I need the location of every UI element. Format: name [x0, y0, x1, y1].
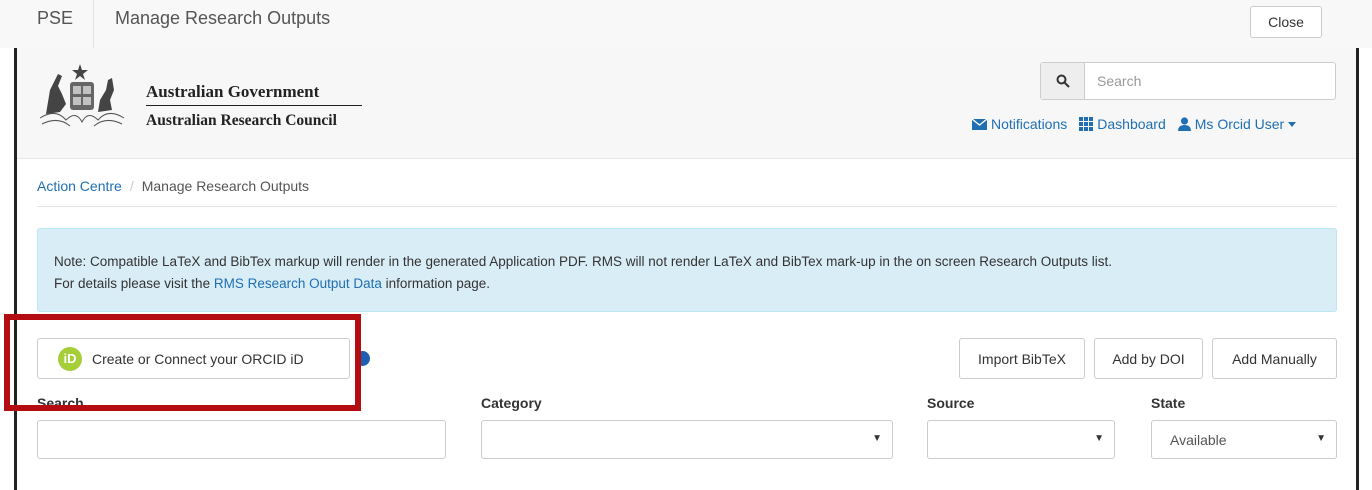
notifications-label: Notifications — [991, 116, 1068, 132]
category-select[interactable]: ▼ — [481, 420, 893, 459]
header-divider — [93, 0, 94, 48]
coat-of-arms-logo — [39, 64, 125, 127]
dashboard-link[interactable]: Dashboard — [1079, 116, 1166, 132]
modal-title: Manage Research Outputs — [115, 8, 331, 28]
envelope-icon — [972, 118, 987, 130]
government-name: Australian Government — [146, 82, 320, 101]
source-filter-label: Source — [927, 395, 975, 411]
council-name: Australian Research Council — [146, 112, 337, 129]
state-selected-value: Available — [1170, 431, 1227, 448]
frame-border-right — [1356, 48, 1359, 490]
user-nav: Notifications Dashboard Ms Orcid User — [972, 116, 1297, 132]
category-filter-label: Category — [481, 395, 542, 411]
add-manually-button[interactable]: Add Manually — [1212, 338, 1337, 379]
alert-text-suffix: information page. — [381, 276, 490, 291]
modal-header: PSE Manage Research Outputs Close — [0, 0, 1372, 48]
breadcrumb-action-centre[interactable]: Action Centre — [37, 178, 122, 194]
info-alert: Note: Compatible LaTeX and BibTex markup… — [37, 228, 1337, 312]
alert-line-1: Note: Compatible LaTeX and BibTex markup… — [54, 254, 1113, 269]
highlight-box — [4, 314, 361, 411]
user-menu[interactable]: Ms Orcid User — [1177, 116, 1297, 132]
user-name: Ms Orcid User — [1194, 116, 1285, 132]
alert-line-2: For details please visit the RMS Researc… — [54, 273, 1320, 295]
user-icon — [1177, 117, 1191, 131]
dashboard-label: Dashboard — [1097, 116, 1166, 132]
breadcrumb-separator: / — [129, 178, 134, 194]
search-filter-input[interactable] — [37, 420, 446, 459]
rms-data-link[interactable]: RMS Research Output Data — [214, 276, 382, 291]
header-search — [1040, 62, 1336, 100]
grid-icon — [1079, 117, 1094, 131]
state-select[interactable]: Available ▼ — [1151, 420, 1337, 459]
close-button[interactable]: Close — [1250, 6, 1322, 38]
notifications-link[interactable]: Notifications — [972, 116, 1067, 132]
alert-text: For details please visit the — [54, 276, 214, 291]
chevron-down-icon: ▼ — [1316, 433, 1326, 444]
import-bibtex-button[interactable]: Import BibTeX — [959, 338, 1085, 379]
state-filter-label: State — [1151, 395, 1186, 411]
source-select[interactable]: ▼ — [927, 420, 1115, 459]
chevron-down-icon: ▼ — [872, 433, 882, 444]
chevron-down-icon: ▼ — [1094, 433, 1104, 444]
add-by-doi-button[interactable]: Add by DOI — [1094, 338, 1203, 379]
logo-rule — [146, 105, 362, 106]
divider — [37, 206, 1337, 207]
search-input[interactable] — [1085, 63, 1335, 99]
app-brand: PSE — [37, 8, 74, 28]
search-icon[interactable] — [1041, 63, 1085, 99]
breadcrumb: Action Centre / Manage Research Outputs — [37, 178, 309, 194]
breadcrumb-current: Manage Research Outputs — [141, 178, 310, 194]
caret-down-icon — [1288, 121, 1297, 127]
